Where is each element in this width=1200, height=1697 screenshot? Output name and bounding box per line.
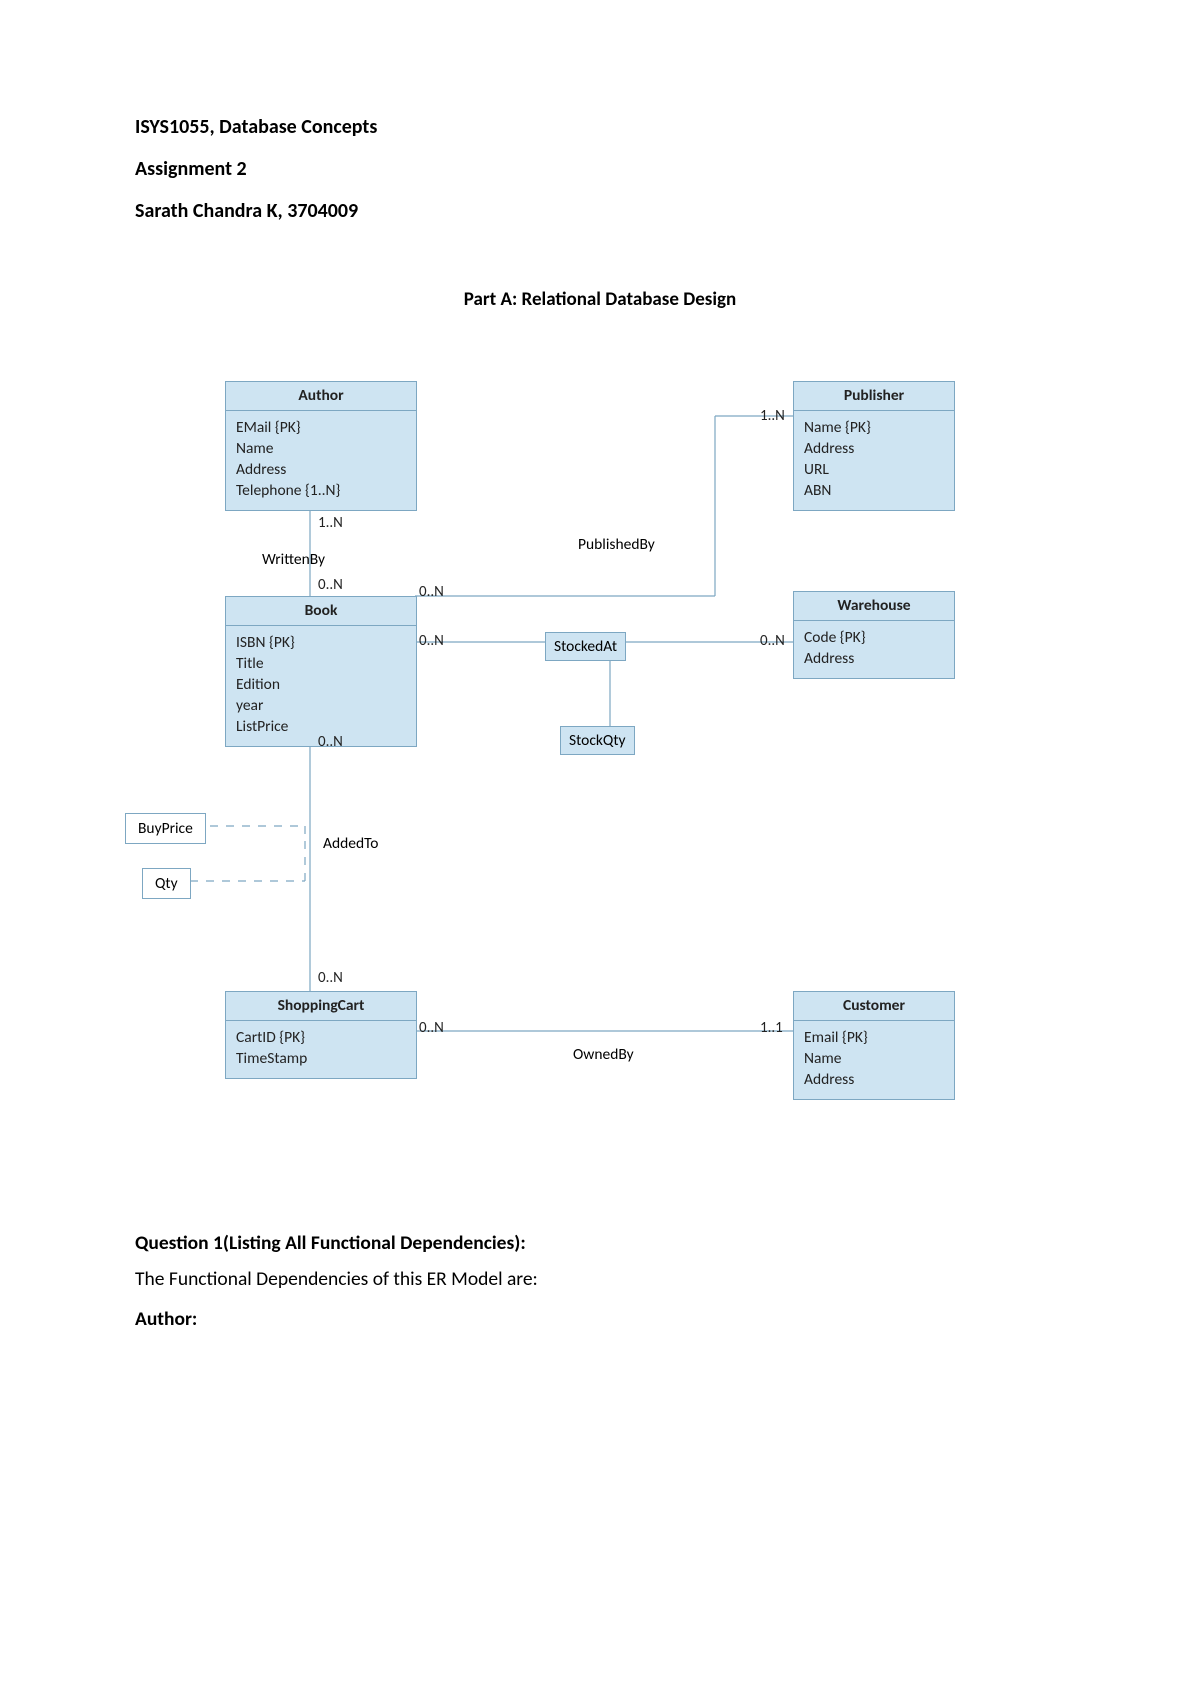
- book-attr: year: [236, 696, 406, 717]
- customer-attr: Name: [804, 1049, 944, 1070]
- question1-section-author: Author:: [135, 1307, 1065, 1331]
- question1-title: Question 1(Listing All Functional Depend…: [135, 1231, 1065, 1255]
- entity-customer: Customer Email {PK} Name Address: [793, 991, 955, 1100]
- publisher-attr: URL: [804, 460, 944, 481]
- assignment-heading: Assignment 2: [135, 157, 1065, 181]
- rel-stockedat: StockedAt: [545, 632, 626, 661]
- entity-book: Book ISBN {PK} Title Edition year ListPr…: [225, 596, 417, 747]
- rel-ownedby: OwnedBy: [565, 1041, 642, 1068]
- warehouse-attr: Address: [804, 649, 944, 670]
- warehouse-attr: Code {PK}: [804, 628, 944, 649]
- entity-warehouse-title: Warehouse: [794, 592, 954, 621]
- card-cart-ownedby: 0..N: [419, 1019, 444, 1037]
- er-diagram: Author EMail {PK} Name Address Telephone…: [125, 381, 1045, 1171]
- entity-publisher-title: Publisher: [794, 382, 954, 411]
- shoppingcart-attr: TimeStamp: [236, 1049, 406, 1070]
- publisher-attr: ABN: [804, 481, 944, 502]
- card-customer-ownedby: 1..1: [760, 1019, 783, 1037]
- author-attr: EMail {PK}: [236, 418, 406, 439]
- entity-warehouse: Warehouse Code {PK} Address: [793, 591, 955, 679]
- part-a-title: Part A: Relational Database Design: [135, 288, 1065, 311]
- entity-shoppingcart-title: ShoppingCart: [226, 992, 416, 1021]
- author-attr: Name: [236, 439, 406, 460]
- entity-author: Author EMail {PK} Name Address Telephone…: [225, 381, 417, 511]
- publisher-attr: Name {PK}: [804, 418, 944, 439]
- author-attr: Telephone {1..N}: [236, 481, 406, 502]
- card-book-publishedby: 0..N: [419, 583, 444, 601]
- question1-intro: The Functional Dependencies of this ER M…: [135, 1267, 1065, 1291]
- card-warehouse-stockedat: 0..N: [760, 632, 785, 650]
- book-attr: ISBN {PK}: [236, 633, 406, 654]
- rel-publishedby: PublishedBy: [570, 531, 663, 558]
- card-book-stockedat: 0..N: [419, 632, 444, 650]
- card-cart-addedto: 0..N: [318, 969, 343, 987]
- entity-customer-title: Customer: [794, 992, 954, 1021]
- customer-attr: Email {PK}: [804, 1028, 944, 1049]
- card-publisher-publishedby: 1..N: [760, 407, 785, 425]
- card-book-addedto: 0..N: [318, 733, 343, 751]
- publisher-attr: Address: [804, 439, 944, 460]
- entity-publisher: Publisher Name {PK} Address URL ABN: [793, 381, 955, 511]
- card-author-writtenby: 1..N: [318, 514, 343, 532]
- course-heading: ISYS1055, Database Concepts: [135, 115, 1065, 139]
- entity-author-title: Author: [226, 382, 416, 411]
- attr-buyprice: BuyPrice: [125, 813, 206, 844]
- attr-qty: Qty: [142, 868, 191, 899]
- rel-writtenby: WrittenBy: [248, 546, 339, 573]
- card-book-writtenby: 0..N: [318, 576, 343, 594]
- book-attr: Edition: [236, 675, 406, 696]
- customer-attr: Address: [804, 1070, 944, 1091]
- entity-shoppingcart: ShoppingCart CartID {PK} TimeStamp: [225, 991, 417, 1079]
- shoppingcart-attr: CartID {PK}: [236, 1028, 406, 1049]
- rel-stockqty: StockQty: [560, 726, 635, 755]
- author-attr: Address: [236, 460, 406, 481]
- book-attr: Title: [236, 654, 406, 675]
- entity-book-title: Book: [226, 597, 416, 626]
- rel-addedto: AddedTo: [315, 830, 386, 857]
- student-heading: Sarath Chandra K, 3704009: [135, 199, 1065, 223]
